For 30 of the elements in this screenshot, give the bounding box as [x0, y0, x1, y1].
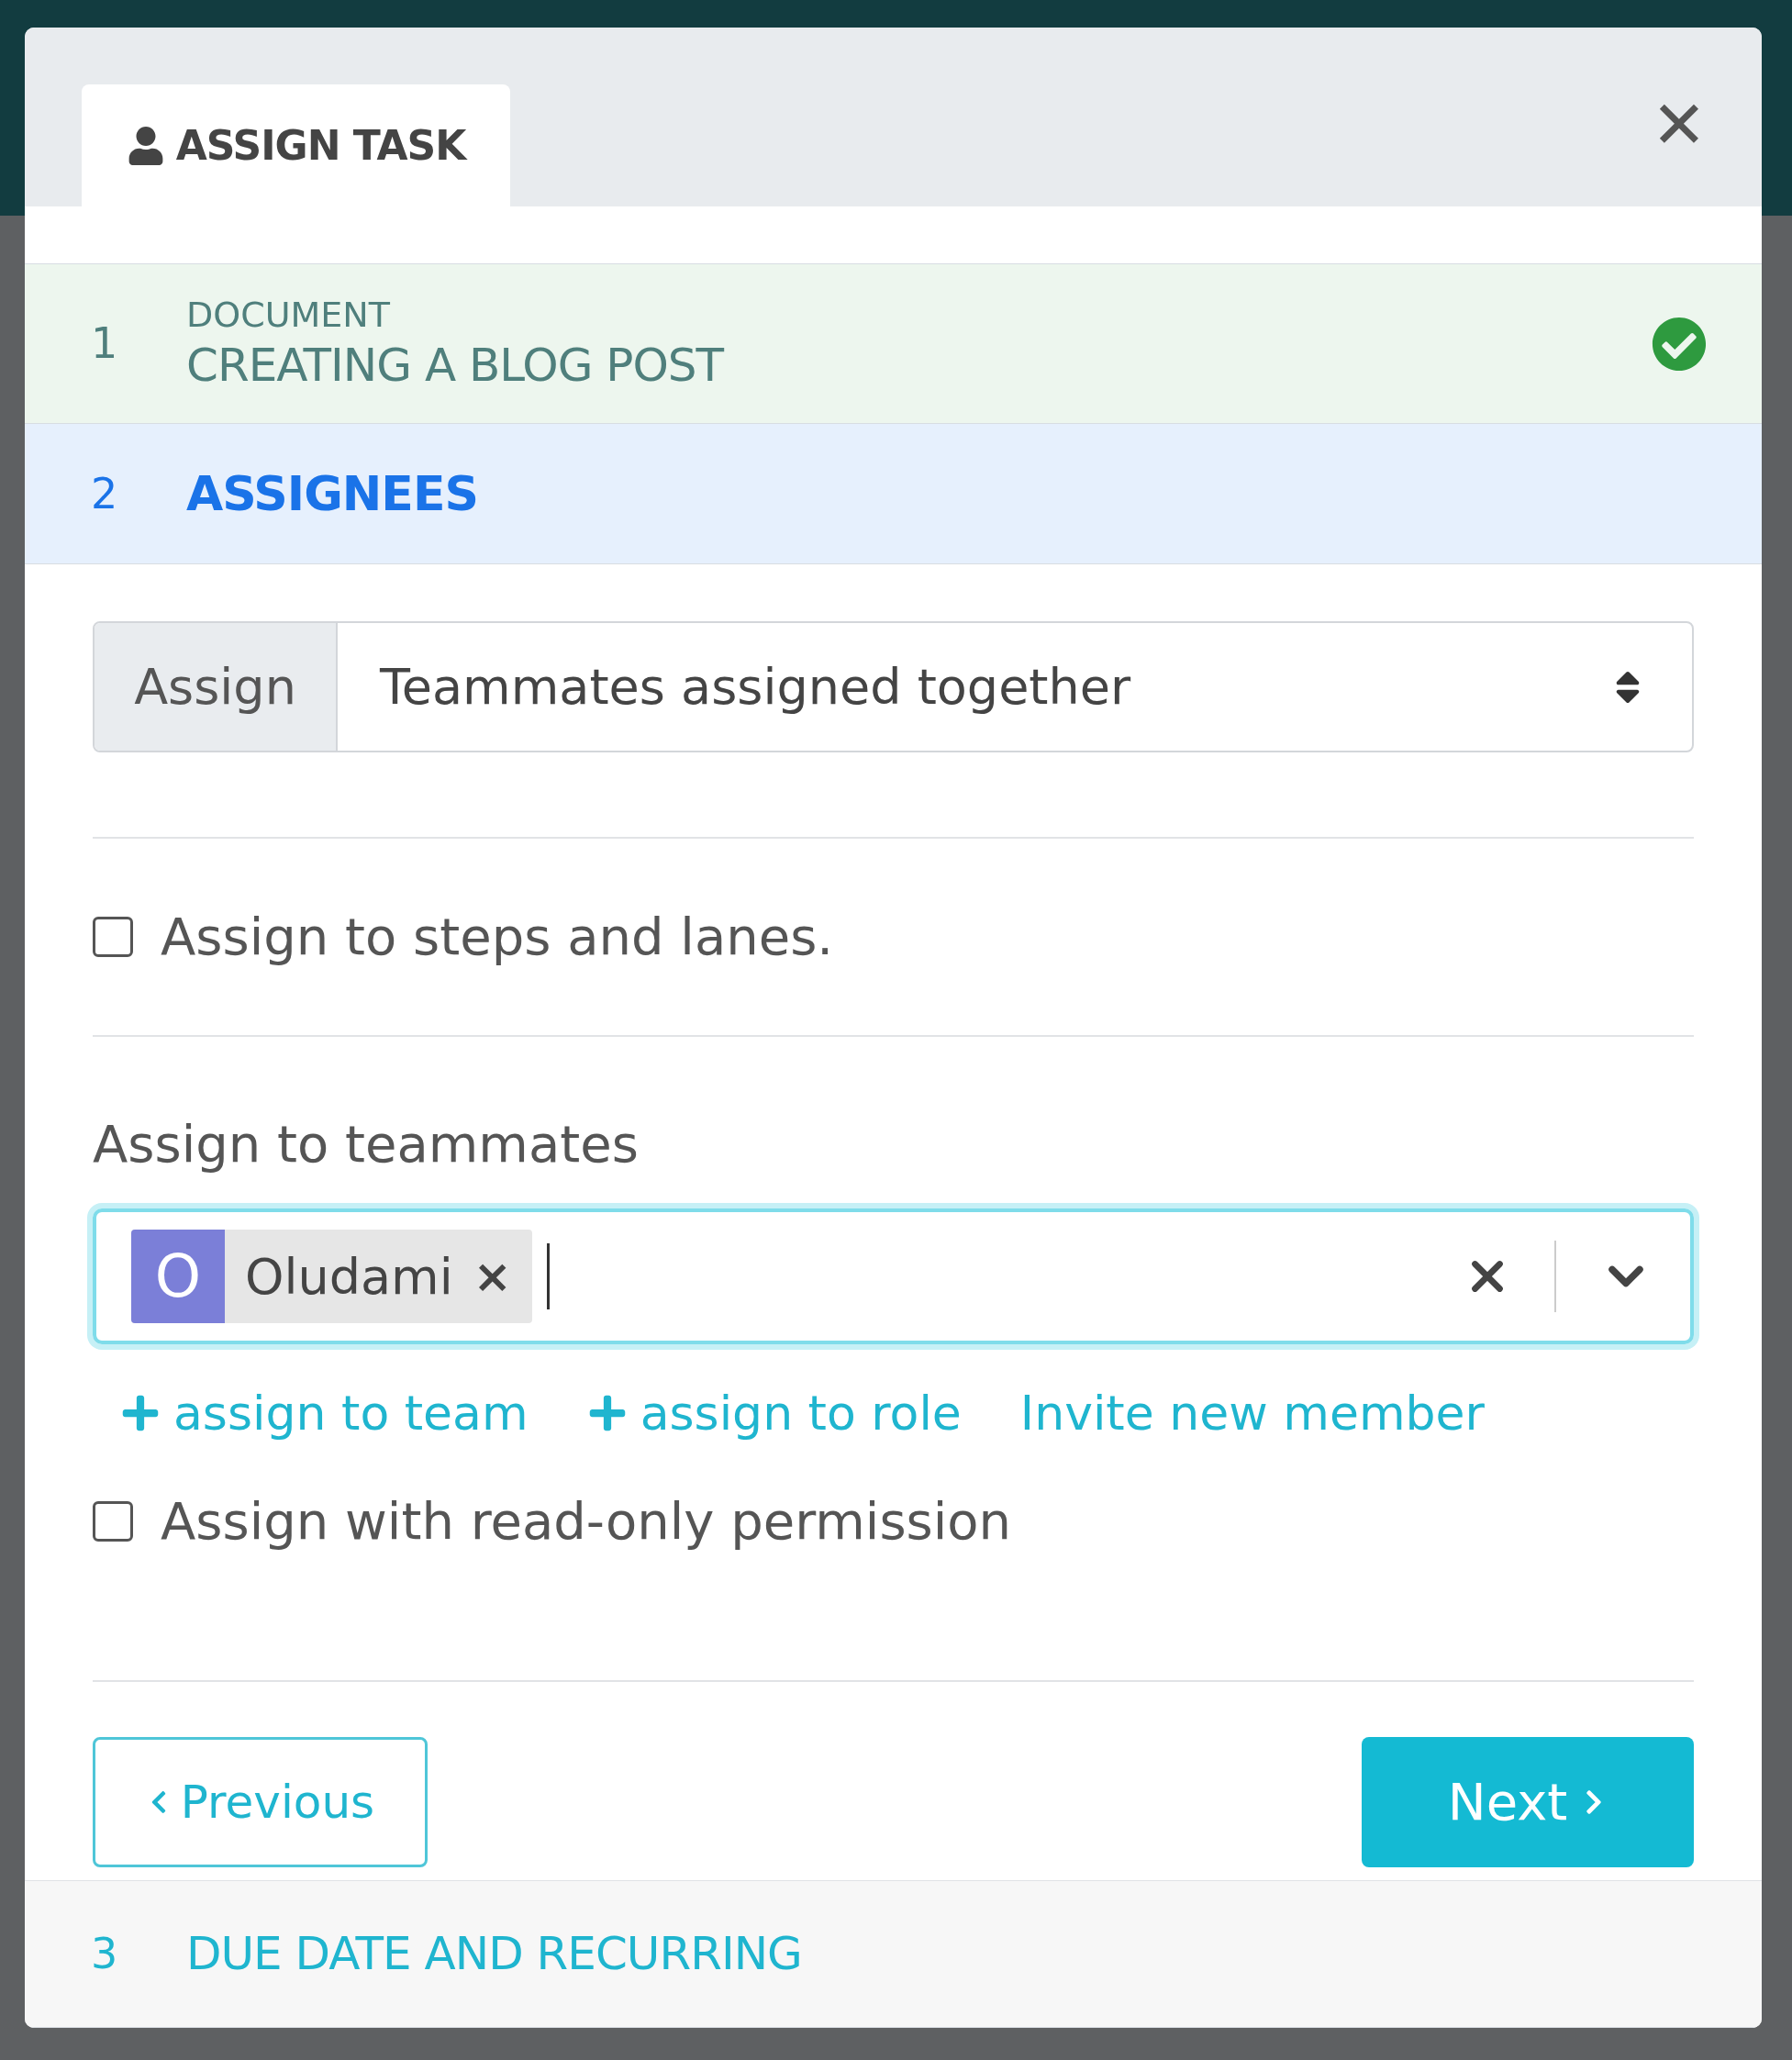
select-value: Teammates assigned together [378, 657, 1132, 718]
checkbox-label: Assign with read-only permission [161, 1490, 1012, 1553]
tag-remove-button[interactable]: × [473, 1242, 532, 1311]
plus-icon [120, 1393, 161, 1433]
step-title: ASSIGNEES [186, 464, 479, 523]
previous-button[interactable]: Previous [93, 1737, 428, 1867]
tag-name: Oludami [244, 1246, 454, 1308]
step-number: 2 [91, 467, 119, 520]
step-row[interactable]: 2 ASSIGNEES [25, 424, 1762, 564]
field-label: Assign to teammates [93, 1113, 640, 1175]
dialog-tab[interactable]: ASSIGN TASK [82, 84, 510, 206]
assign-select[interactable]: Assign Teammates assigned together [93, 621, 1694, 752]
link[interactable]: assign to role [586, 1377, 962, 1449]
link[interactable]: assign to team [120, 1377, 529, 1449]
checkbox[interactable] [93, 917, 133, 957]
step-title: CREATING A BLOG POST [186, 338, 726, 394]
step-title: DUE DATE AND RECURRING [186, 1926, 803, 1983]
step-row[interactable]: 1 DOCUMENT CREATING A BLOG POST [25, 264, 1762, 424]
step-number: 1 [91, 317, 119, 370]
step-label: DOCUMENT [186, 293, 391, 337]
link[interactable]: Invite new member [1019, 1377, 1485, 1449]
step-number: 3 [91, 1928, 119, 1980]
step-row[interactable]: 3 DUE DATE AND RECURRING [25, 1881, 1762, 2028]
avatar-initial: O [131, 1230, 225, 1323]
select-addon: Assign [95, 623, 338, 751]
checkbox-label: Assign to steps and lanes. [161, 906, 834, 968]
close-button[interactable]: ✕ [1651, 92, 1707, 158]
next-button[interactable]: Next [1362, 1737, 1694, 1867]
tab-title: ASSIGN TASK [175, 120, 466, 171]
checkbox[interactable] [93, 1501, 133, 1542]
